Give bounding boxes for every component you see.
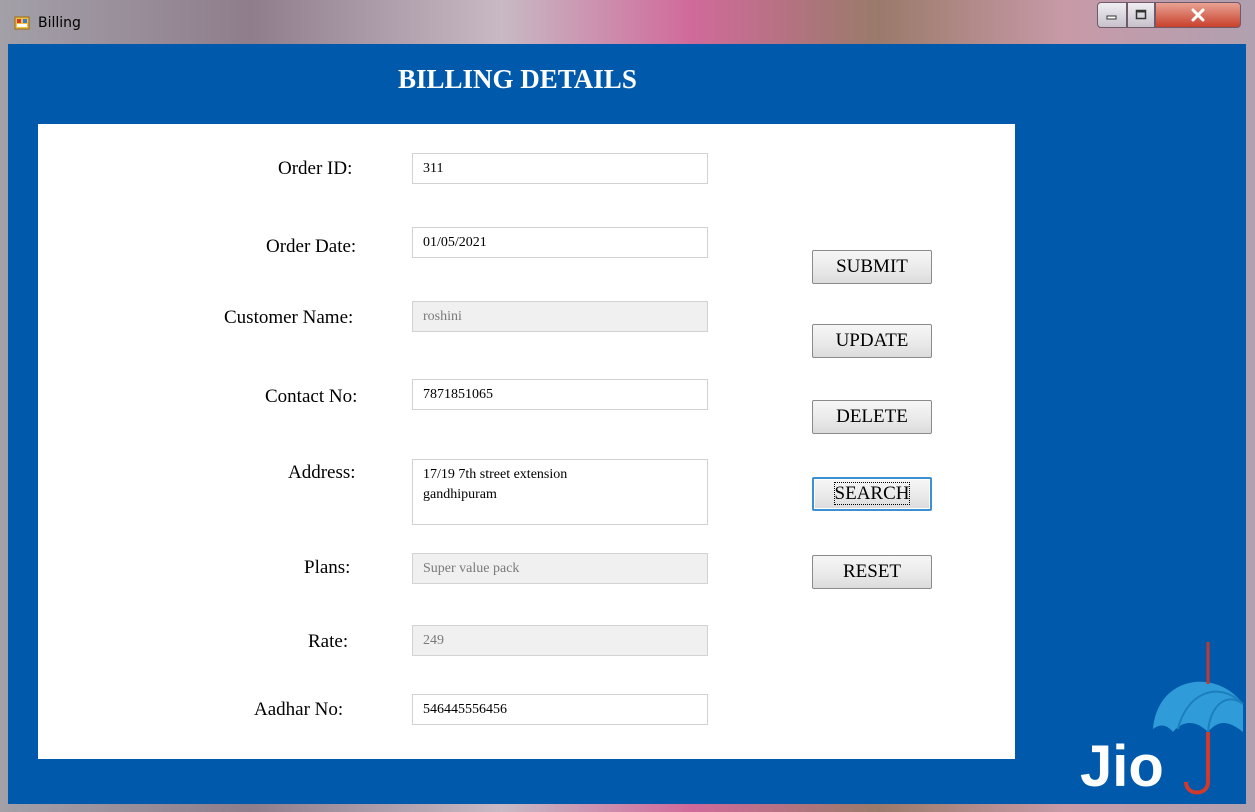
rate-label: Rate: xyxy=(308,631,349,652)
minimize-button[interactable] xyxy=(1097,2,1127,28)
title-bar[interactable]: Billing xyxy=(0,0,1255,46)
rate-input[interactable] xyxy=(412,625,708,656)
order-date-input[interactable] xyxy=(412,227,708,258)
window-title: Billing xyxy=(38,15,81,31)
delete-button[interactable]: DELETE xyxy=(812,400,932,434)
customer-name-input[interactable] xyxy=(412,301,708,332)
search-button[interactable]: SEARCH xyxy=(812,477,932,511)
contact-no-input[interactable] xyxy=(412,379,708,410)
app-window: Billing BILLING DETAILS Order ID: Order … xyxy=(0,0,1255,812)
aadhar-no-input[interactable] xyxy=(412,694,708,725)
maximize-button[interactable] xyxy=(1127,2,1155,28)
contact-no-label: Contact No: xyxy=(265,386,358,407)
billing-form-window: BILLING DETAILS Order ID: Order Date: Cu… xyxy=(8,44,1246,804)
plans-input[interactable] xyxy=(412,553,708,584)
submit-button[interactable]: SUBMIT xyxy=(812,250,932,284)
umbrella-icon xyxy=(1153,642,1244,795)
reset-button[interactable]: RESET xyxy=(812,555,932,589)
close-icon xyxy=(1191,8,1205,22)
app-icon xyxy=(14,16,30,30)
aadhar-no-label: Aadhar No: xyxy=(254,699,344,720)
order-date-label: Order Date: xyxy=(266,236,357,257)
order-id-input[interactable] xyxy=(412,153,708,184)
maximize-icon xyxy=(1135,9,1147,20)
minimize-icon xyxy=(1106,15,1117,20)
plans-label: Plans: xyxy=(304,557,351,578)
page-title: BILLING DETAILS xyxy=(398,64,637,94)
address-label: Address: xyxy=(288,462,356,483)
update-button[interactable]: UPDATE xyxy=(812,324,932,358)
customer-name-label: Customer Name: xyxy=(224,307,354,328)
jio-logo-text: Jio xyxy=(1080,734,1164,799)
search-button-label: SEARCH xyxy=(833,482,911,505)
jio-logo: Jio xyxy=(1080,642,1244,799)
address-textarea[interactable] xyxy=(412,459,708,525)
order-id-label: Order ID: xyxy=(278,158,353,179)
close-button[interactable] xyxy=(1155,2,1241,28)
form-panel: Order ID: Order Date: Customer Name: Con… xyxy=(38,124,1015,759)
